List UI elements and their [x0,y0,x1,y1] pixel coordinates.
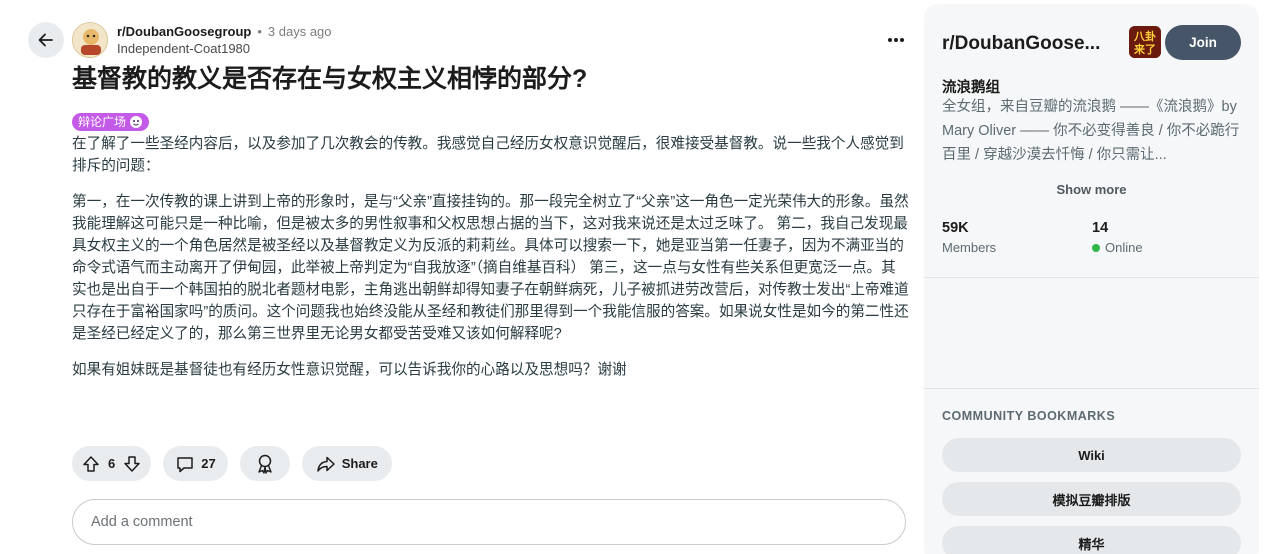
sidebar-community-name[interactable]: r/DoubanGoose... [942,33,1100,55]
online-label: Online [1092,240,1143,255]
bookmarks-heading: COMMUNITY BOOKMARKS [942,409,1116,423]
post-meta: r/DoubanGoosegroup • 3 days ago [117,24,332,39]
vote-control: 6 [72,446,152,481]
bookmark-layout-button[interactable]: 模拟豆瓣排版 [942,482,1241,516]
comment-count: 27 [201,456,216,471]
flair-label: 辩论广场 [78,115,127,129]
sidebar-description: 全女组，来自豆瓣的流浪鹅 ——《流浪鹅》by Mary Oliver —— 你不… [942,99,1240,163]
members-stat: 59K Members [942,220,996,255]
post-title: 基督教的教义是否存在与女权主义相悖的部分? [72,65,588,93]
community-avatar-image [73,23,107,57]
post-flair[interactable]: 辩论广场 [72,113,150,131]
community-sidebar: r/DoubanGoose... 八卦 来了 Join 流浪鹅组 全女组，来自豆… [924,4,1259,554]
post-paragraph: 在了解了一些圣经内容后，以及参加了几次教会的传教。我感觉自己经历女权意识觉醒后，… [72,136,904,174]
join-button[interactable]: Join [1165,25,1241,60]
post-actions: 6 27 Share [72,446,392,481]
online-dot-icon [1092,243,1100,252]
downvote-button[interactable] [123,455,141,473]
more-options-button[interactable] [880,28,912,52]
svg-text:八卦: 八卦 [1133,29,1156,43]
community-link[interactable]: r/DoubanGoosegroup [117,24,251,39]
post-paragraph: 第一，在一次传教的课上讲到上帝的形象时，是与“父亲”直接挂钩的。那一段完全树立了… [72,194,909,342]
author-link[interactable]: Independent-Coat1980 [117,41,250,56]
comment-input[interactable]: Add a comment [72,499,906,545]
award-icon [258,454,272,474]
post-paragraph: 如果有姐妹既是基督徒也有经历女性意识觉醒，可以告诉我你的心路以及思想吗？谢谢 [72,362,627,378]
ellipsis-icon [888,38,904,42]
sidebar-divider [924,388,1259,389]
speech-bubble-icon [177,456,193,472]
svg-text:来了: 来了 [1133,42,1156,56]
arrow-up-icon [83,455,99,472]
members-label: Members [942,240,997,255]
arrow-down-icon [124,455,140,472]
comments-button[interactable]: 27 [163,446,228,481]
comment-placeholder: Add a comment [91,514,193,530]
back-button[interactable] [28,22,64,58]
sidebar-community-icon: 八卦 来了 [1129,26,1161,58]
flair-emoji-icon [130,116,143,128]
arrow-left-icon [38,33,53,47]
upvote-button[interactable] [82,455,100,473]
share-button[interactable]: Share [301,446,392,481]
post-time: 3 days ago [267,24,332,39]
community-avatar[interactable] [72,22,108,58]
vote-count: 6 [108,456,116,471]
bookmark-featured-button[interactable]: 精华 [942,526,1241,554]
community-logo-icon: 八卦 来了 [1129,26,1161,58]
meta-separator: • [257,24,262,39]
award-button[interactable] [239,446,290,481]
share-arrow-icon [316,456,335,472]
online-count: 14 [1092,220,1109,236]
members-count: 59K [942,220,969,236]
sidebar-title: 流浪鹅组 [942,80,1000,96]
sidebar-divider [924,277,1259,278]
post-body: 在了解了一些圣经内容后，以及参加了几次教会的传教。我感觉自己经历女权意识觉醒后，… [72,133,910,381]
online-stat: 14 Online [1092,220,1143,255]
bookmark-wiki-button[interactable]: Wiki [942,438,1241,472]
show-more-button[interactable]: Show more [924,182,1259,197]
share-label: Share [341,456,378,471]
